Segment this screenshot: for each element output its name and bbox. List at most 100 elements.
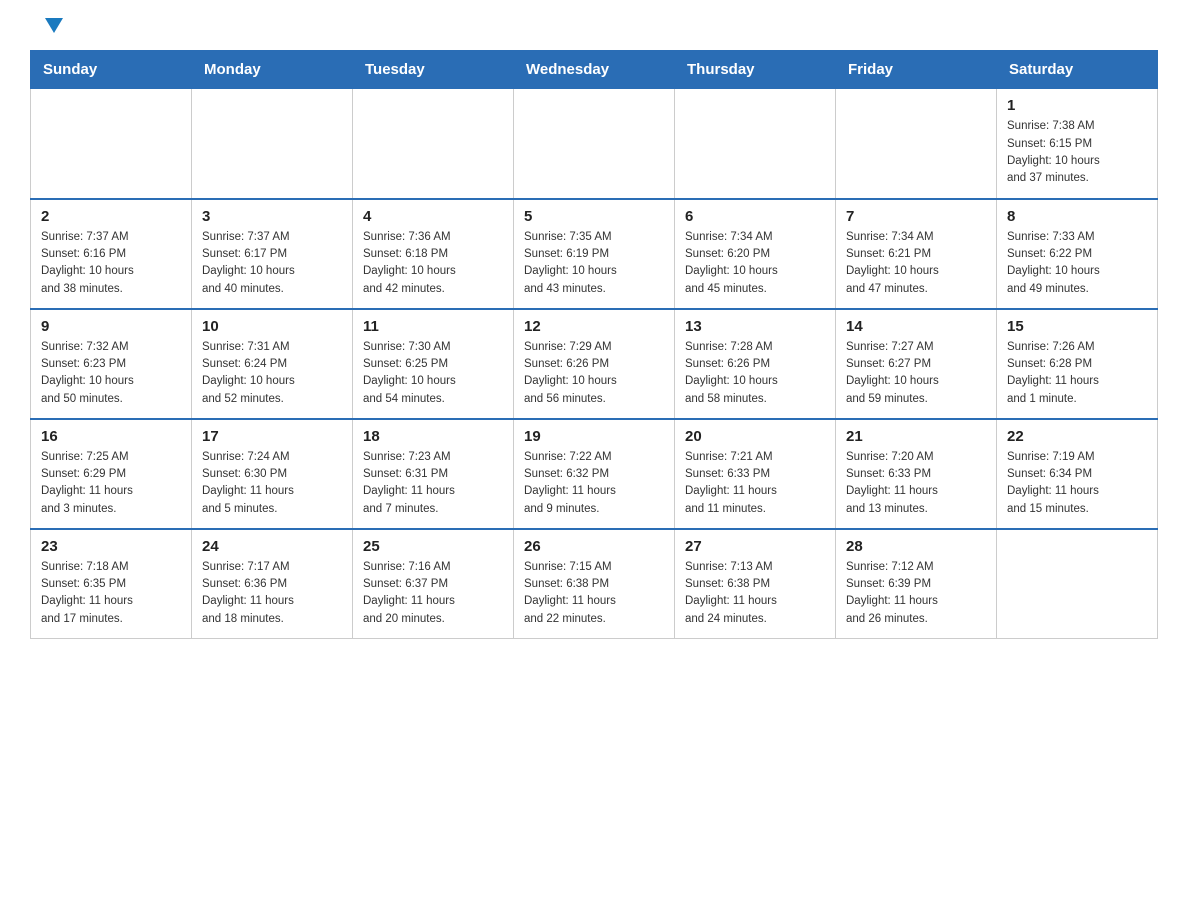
day-info: Sunrise: 7:38 AM Sunset: 6:15 PM Dayligh… [1007, 118, 1147, 187]
calendar-cell [353, 89, 514, 199]
day-number: 13 [685, 318, 825, 335]
weekday-header-sunday: Sunday [31, 51, 192, 89]
calendar-cell [997, 529, 1158, 639]
calendar-cell: 21 Sunrise: 7:20 AM Sunset: 6:33 PM Dayli… [836, 419, 997, 529]
day-info: Sunrise: 7:23 AM Sunset: 6:31 PM Dayligh… [363, 449, 503, 518]
calendar-cell [192, 89, 353, 199]
day-info: Sunrise: 7:21 AM Sunset: 6:33 PM Dayligh… [685, 449, 825, 518]
calendar-cell: 23 Sunrise: 7:18 AM Sunset: 6:35 PM Dayli… [31, 529, 192, 639]
weekday-header-wednesday: Wednesday [514, 51, 675, 89]
day-number: 2 [41, 208, 181, 225]
calendar-cell: 27 Sunrise: 7:13 AM Sunset: 6:38 PM Dayli… [675, 529, 836, 639]
day-number: 16 [41, 428, 181, 445]
calendar-cell: 25 Sunrise: 7:16 AM Sunset: 6:37 PM Dayli… [353, 529, 514, 639]
calendar-week-row: 23 Sunrise: 7:18 AM Sunset: 6:35 PM Dayli… [31, 529, 1158, 639]
calendar-cell: 2 Sunrise: 7:37 AM Sunset: 6:16 PM Daylig… [31, 199, 192, 309]
calendar-cell [675, 89, 836, 199]
calendar-cell: 13 Sunrise: 7:28 AM Sunset: 6:26 PM Dayli… [675, 309, 836, 419]
day-info: Sunrise: 7:34 AM Sunset: 6:20 PM Dayligh… [685, 229, 825, 298]
day-number: 22 [1007, 428, 1147, 445]
day-number: 28 [846, 538, 986, 555]
calendar-cell [31, 89, 192, 199]
weekday-header-saturday: Saturday [997, 51, 1158, 89]
day-number: 7 [846, 208, 986, 225]
day-info: Sunrise: 7:22 AM Sunset: 6:32 PM Dayligh… [524, 449, 664, 518]
calendar-cell: 17 Sunrise: 7:24 AM Sunset: 6:30 PM Dayli… [192, 419, 353, 529]
day-info: Sunrise: 7:20 AM Sunset: 6:33 PM Dayligh… [846, 449, 986, 518]
page-header [30, 20, 1158, 40]
calendar-cell: 11 Sunrise: 7:30 AM Sunset: 6:25 PM Dayli… [353, 309, 514, 419]
day-number: 12 [524, 318, 664, 335]
day-number: 24 [202, 538, 342, 555]
day-info: Sunrise: 7:12 AM Sunset: 6:39 PM Dayligh… [846, 559, 986, 628]
day-number: 4 [363, 208, 503, 225]
calendar-cell: 5Sunrise: 7:35 AM Sunset: 6:19 PM Daylig… [514, 199, 675, 309]
day-number: 9 [41, 318, 181, 335]
day-info: Sunrise: 7:16 AM Sunset: 6:37 PM Dayligh… [363, 559, 503, 628]
calendar-cell: 15 Sunrise: 7:26 AM Sunset: 6:28 PM Dayli… [997, 309, 1158, 419]
calendar-week-row: 16 Sunrise: 7:25 AM Sunset: 6:29 PM Dayli… [31, 419, 1158, 529]
day-info: Sunrise: 7:19 AM Sunset: 6:34 PM Dayligh… [1007, 449, 1147, 518]
day-info: Sunrise: 7:32 AM Sunset: 6:23 PM Dayligh… [41, 339, 181, 408]
day-info: Sunrise: 7:13 AM Sunset: 6:38 PM Dayligh… [685, 559, 825, 628]
day-info: Sunrise: 7:30 AM Sunset: 6:25 PM Dayligh… [363, 339, 503, 408]
weekday-header-tuesday: Tuesday [353, 51, 514, 89]
calendar-cell: 22 Sunrise: 7:19 AM Sunset: 6:34 PM Dayli… [997, 419, 1158, 529]
day-number: 25 [363, 538, 503, 555]
calendar-week-row: 1 Sunrise: 7:38 AM Sunset: 6:15 PM Daylig… [31, 89, 1158, 199]
weekday-header-monday: Monday [192, 51, 353, 89]
calendar-cell: 3Sunrise: 7:37 AM Sunset: 6:17 PM Daylig… [192, 199, 353, 309]
calendar-week-row: 2 Sunrise: 7:37 AM Sunset: 6:16 PM Daylig… [31, 199, 1158, 309]
calendar-cell: 4 Sunrise: 7:36 AM Sunset: 6:18 PM Daylig… [353, 199, 514, 309]
day-number: 10 [202, 318, 342, 335]
day-number: 1 [1007, 97, 1147, 114]
day-number: 27 [685, 538, 825, 555]
day-number: 26 [524, 538, 664, 555]
day-number: 11 [363, 318, 503, 335]
day-number: 15 [1007, 318, 1147, 335]
day-info: Sunrise: 7:24 AM Sunset: 6:30 PM Dayligh… [202, 449, 342, 518]
day-number: 21 [846, 428, 986, 445]
calendar-week-row: 9 Sunrise: 7:32 AM Sunset: 6:23 PM Daylig… [31, 309, 1158, 419]
calendar-cell: 19Sunrise: 7:22 AM Sunset: 6:32 PM Dayli… [514, 419, 675, 529]
calendar-cell: 16 Sunrise: 7:25 AM Sunset: 6:29 PM Dayli… [31, 419, 192, 529]
logo-triangle-icon [45, 18, 63, 33]
calendar-table: SundayMondayTuesdayWednesdayThursdayFrid… [30, 50, 1158, 639]
day-info: Sunrise: 7:15 AM Sunset: 6:38 PM Dayligh… [524, 559, 664, 628]
calendar-cell: 6 Sunrise: 7:34 AM Sunset: 6:20 PM Daylig… [675, 199, 836, 309]
day-number: 23 [41, 538, 181, 555]
day-info: Sunrise: 7:25 AM Sunset: 6:29 PM Dayligh… [41, 449, 181, 518]
day-info: Sunrise: 7:37 AM Sunset: 6:17 PM Dayligh… [202, 229, 342, 298]
calendar-cell [514, 89, 675, 199]
day-number: 17 [202, 428, 342, 445]
calendar-cell: 24 Sunrise: 7:17 AM Sunset: 6:36 PM Dayli… [192, 529, 353, 639]
calendar-cell: 14 Sunrise: 7:27 AM Sunset: 6:27 PM Dayli… [836, 309, 997, 419]
day-info: Sunrise: 7:34 AM Sunset: 6:21 PM Dayligh… [846, 229, 986, 298]
calendar-cell: 18 Sunrise: 7:23 AM Sunset: 6:31 PM Dayli… [353, 419, 514, 529]
day-info: Sunrise: 7:33 AM Sunset: 6:22 PM Dayligh… [1007, 229, 1147, 298]
day-info: Sunrise: 7:18 AM Sunset: 6:35 PM Dayligh… [41, 559, 181, 628]
calendar-cell: 28 Sunrise: 7:12 AM Sunset: 6:39 PM Dayli… [836, 529, 997, 639]
calendar-cell: 12 Sunrise: 7:29 AM Sunset: 6:26 PM Dayli… [514, 309, 675, 419]
day-info: Sunrise: 7:27 AM Sunset: 6:27 PM Dayligh… [846, 339, 986, 408]
calendar-cell: 26 Sunrise: 7:15 AM Sunset: 6:38 PM Dayli… [514, 529, 675, 639]
day-number: 20 [685, 428, 825, 445]
logo [30, 20, 63, 40]
calendar-cell: 1 Sunrise: 7:38 AM Sunset: 6:15 PM Daylig… [997, 89, 1158, 199]
day-info: Sunrise: 7:35 AM Sunset: 6:19 PM Dayligh… [524, 229, 664, 298]
day-number: 6 [685, 208, 825, 225]
calendar-cell: 8 Sunrise: 7:33 AM Sunset: 6:22 PM Daylig… [997, 199, 1158, 309]
calendar-cell: 7 Sunrise: 7:34 AM Sunset: 6:21 PM Daylig… [836, 199, 997, 309]
day-info: Sunrise: 7:37 AM Sunset: 6:16 PM Dayligh… [41, 229, 181, 298]
weekday-header-friday: Friday [836, 51, 997, 89]
calendar-cell: 9 Sunrise: 7:32 AM Sunset: 6:23 PM Daylig… [31, 309, 192, 419]
day-number: 18 [363, 428, 503, 445]
day-info: Sunrise: 7:36 AM Sunset: 6:18 PM Dayligh… [363, 229, 503, 298]
day-info: Sunrise: 7:17 AM Sunset: 6:36 PM Dayligh… [202, 559, 342, 628]
day-info: Sunrise: 7:26 AM Sunset: 6:28 PM Dayligh… [1007, 339, 1147, 408]
day-info: Sunrise: 7:29 AM Sunset: 6:26 PM Dayligh… [524, 339, 664, 408]
day-number: 8 [1007, 208, 1147, 225]
day-number: 14 [846, 318, 986, 335]
day-info: Sunrise: 7:28 AM Sunset: 6:26 PM Dayligh… [685, 339, 825, 408]
day-info: Sunrise: 7:31 AM Sunset: 6:24 PM Dayligh… [202, 339, 342, 408]
